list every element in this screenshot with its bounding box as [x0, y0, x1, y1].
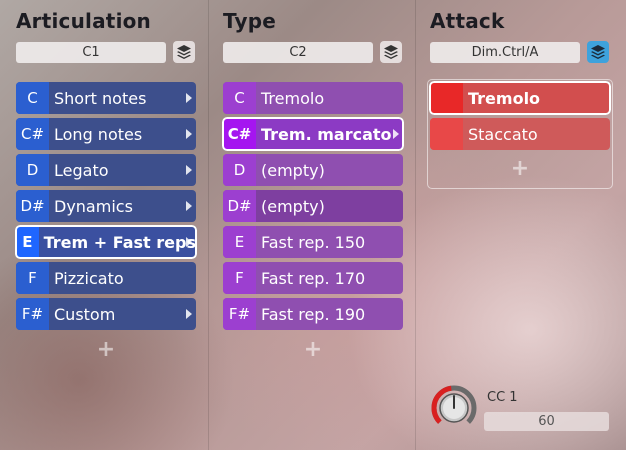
articulation-column: Articulation C1 C Short notes C# Long no… [15, 0, 197, 450]
articulation-label: Custom [54, 304, 116, 324]
chevron-right-icon [186, 309, 192, 319]
attack-selector[interactable]: Dim.Ctrl/A [430, 42, 580, 63]
type-key: D [223, 154, 256, 186]
add-articulation-button[interactable]: + [96, 337, 116, 362]
articulation-label: Dynamics [54, 196, 133, 216]
type-row-trem-marcato[interactable]: C# Trem. marcato [222, 117, 404, 151]
attack-list-frame [427, 79, 613, 189]
chevron-right-icon [186, 237, 192, 247]
type-label: (empty) [261, 196, 325, 216]
type-label: Tremolo [261, 88, 325, 108]
articulation-label: Pizzicato [54, 268, 124, 288]
articulation-row-custom[interactable]: F# Custom [16, 298, 196, 330]
type-label: Trem. marcato [261, 124, 392, 144]
attack-title: Attack [430, 9, 505, 33]
articulation-label: Short notes [54, 88, 147, 108]
type-label: Fast rep. 190 [261, 304, 366, 324]
type-label: Fast rep. 170 [261, 268, 366, 288]
articulation-row-dynamics[interactable]: D# Dynamics [16, 190, 196, 222]
articulation-label: Long notes [54, 124, 143, 144]
articulation-row-trem-fast-reps[interactable]: E Trem + Fast reps [15, 225, 197, 259]
articulation-key: C [16, 82, 49, 114]
articulation-label: Trem + Fast reps [43, 232, 196, 252]
articulation-key: F# [16, 298, 49, 330]
chevron-right-icon [186, 93, 192, 103]
articulation-row-long-notes[interactable]: C# Long notes [16, 118, 196, 150]
type-label: Fast rep. 150 [261, 232, 366, 252]
articulation-key: E [16, 226, 39, 258]
type-row-empty-d[interactable]: D (empty) [223, 154, 403, 186]
layers-icon[interactable] [587, 41, 609, 63]
articulation-label: Legato [54, 160, 109, 180]
cc-knob[interactable] [430, 384, 478, 432]
type-row-fast-rep-170[interactable]: F Fast rep. 170 [223, 262, 403, 294]
type-row-tremolo[interactable]: C Tremolo [223, 82, 403, 114]
layers-icon[interactable] [380, 41, 402, 63]
chevron-right-icon [393, 129, 399, 139]
type-row-fast-rep-150[interactable]: E Fast rep. 150 [223, 226, 403, 258]
type-selector[interactable]: C2 [223, 42, 373, 63]
articulation-title: Articulation [16, 9, 151, 33]
articulation-key: C# [16, 118, 49, 150]
type-key: F# [223, 298, 256, 330]
column-divider [208, 0, 209, 450]
type-key: D# [223, 190, 256, 222]
chevron-right-icon [186, 165, 192, 175]
attack-column: Attack Dim.Ctrl/A Tremolo Staccato + [429, 0, 611, 450]
type-row-empty-d-sharp[interactable]: D# (empty) [223, 190, 403, 222]
type-key: F [223, 262, 256, 294]
type-row-fast-rep-190[interactable]: F# Fast rep. 190 [223, 298, 403, 330]
type-title: Type [223, 9, 276, 33]
articulation-row-short-notes[interactable]: C Short notes [16, 82, 196, 114]
layers-icon[interactable] [173, 41, 195, 63]
articulation-row-legato[interactable]: D Legato [16, 154, 196, 186]
add-type-button[interactable]: + [303, 337, 323, 362]
cc-label: CC 1 [487, 390, 518, 405]
type-column: Type C2 C Tremolo C# Trem. marcato D (em… [222, 0, 404, 450]
type-key: E [223, 226, 256, 258]
type-key: C [223, 82, 256, 114]
articulation-key: D [16, 154, 49, 186]
chevron-right-icon [186, 201, 192, 211]
cc-value-field[interactable]: 60 [484, 412, 609, 431]
articulation-key: D# [16, 190, 49, 222]
type-label: (empty) [261, 160, 325, 180]
articulation-row-pizzicato[interactable]: F Pizzicato [16, 262, 196, 294]
articulation-key: F [16, 262, 49, 294]
type-key: C# [223, 118, 256, 150]
chevron-right-icon [186, 129, 192, 139]
column-divider [415, 0, 416, 450]
articulation-selector[interactable]: C1 [16, 42, 166, 63]
